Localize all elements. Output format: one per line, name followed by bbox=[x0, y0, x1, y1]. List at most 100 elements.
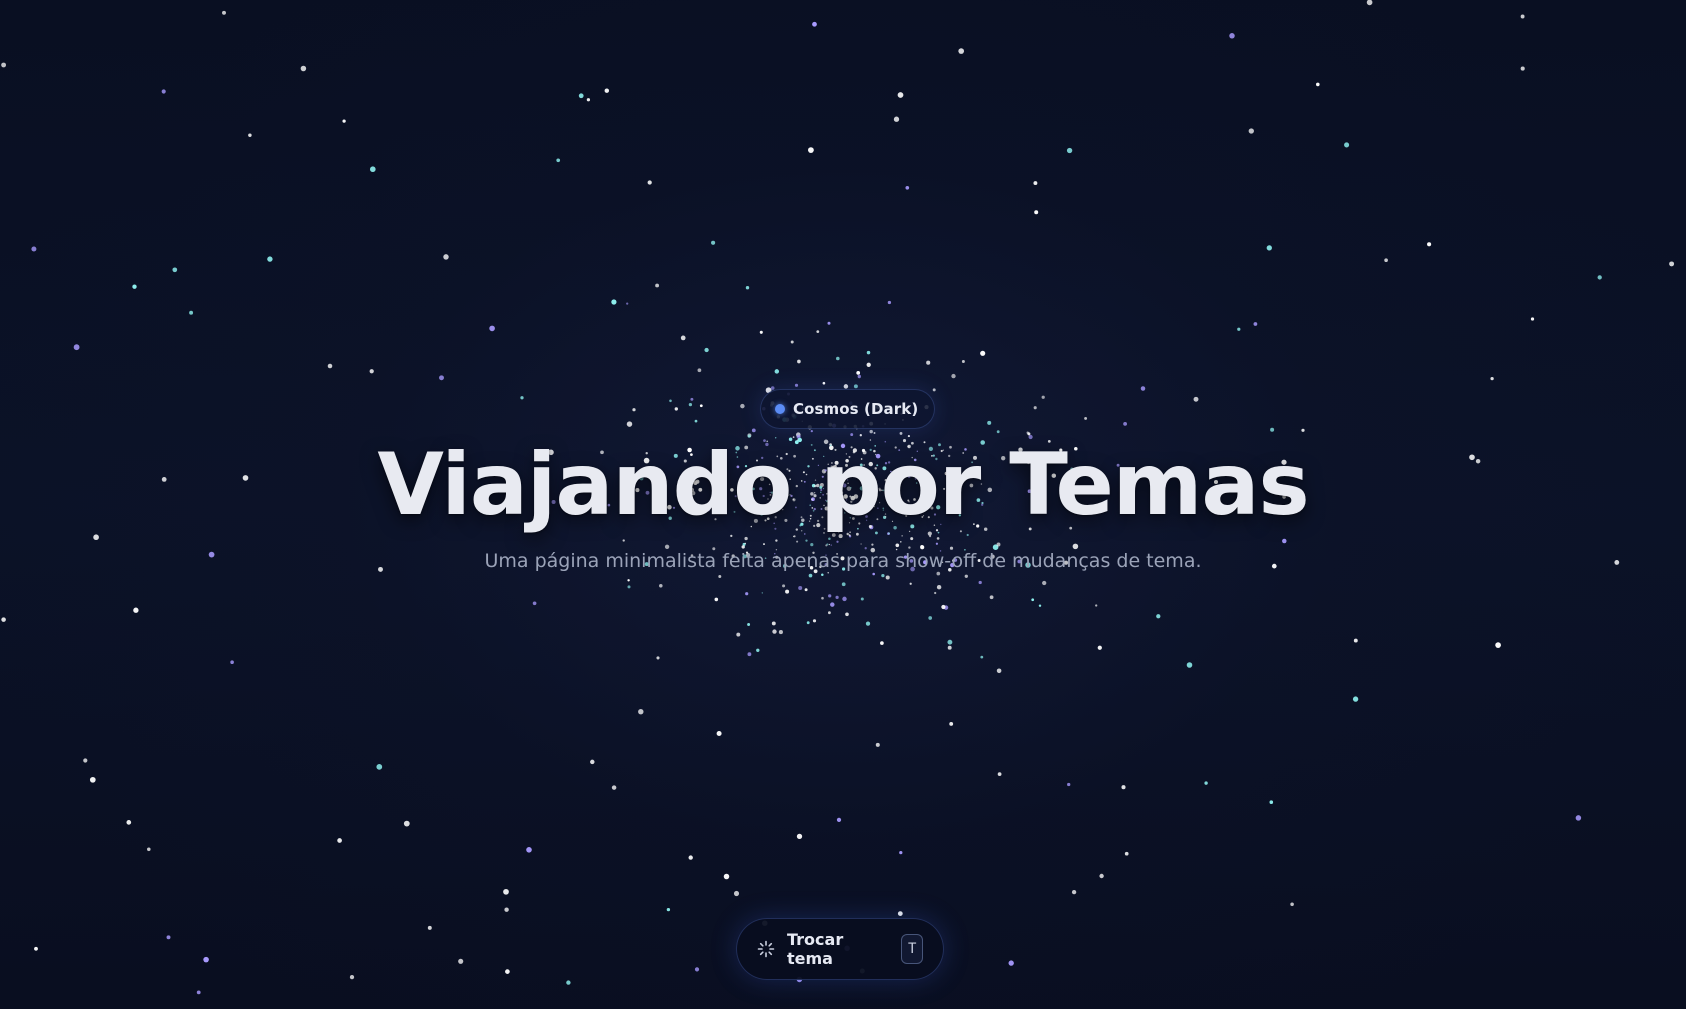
star bbox=[704, 347, 709, 353]
star bbox=[1495, 642, 1501, 648]
star bbox=[369, 166, 376, 173]
page-background: Cosmos (Dark) Viajando por Temas Uma pág… bbox=[0, 0, 1686, 1009]
star bbox=[1344, 142, 1350, 148]
star bbox=[327, 363, 333, 369]
star bbox=[489, 325, 495, 332]
star bbox=[816, 330, 820, 333]
star bbox=[853, 384, 858, 389]
star bbox=[1229, 33, 1235, 39]
star bbox=[805, 539, 808, 542]
star bbox=[369, 369, 374, 374]
star bbox=[1099, 873, 1104, 879]
star bbox=[680, 335, 686, 341]
star bbox=[172, 267, 178, 273]
star bbox=[951, 373, 956, 379]
star bbox=[778, 630, 783, 635]
star bbox=[978, 580, 982, 585]
star bbox=[590, 759, 595, 765]
star bbox=[711, 240, 716, 245]
star bbox=[759, 330, 763, 334]
star bbox=[342, 119, 346, 123]
star bbox=[196, 990, 201, 995]
star bbox=[763, 543, 765, 546]
star bbox=[996, 542, 1001, 547]
theme-badge-label: Cosmos (Dark) bbox=[793, 400, 919, 418]
star bbox=[980, 350, 986, 356]
star bbox=[611, 299, 617, 305]
star bbox=[934, 591, 937, 595]
star bbox=[827, 321, 831, 325]
star bbox=[895, 543, 900, 548]
star bbox=[627, 579, 630, 582]
star bbox=[83, 758, 88, 763]
star bbox=[1575, 815, 1582, 821]
star bbox=[505, 969, 510, 974]
star bbox=[714, 597, 719, 602]
star bbox=[860, 543, 862, 545]
star bbox=[771, 621, 776, 626]
star bbox=[909, 582, 912, 585]
toggle-theme-label: Trocar tema bbox=[787, 930, 844, 968]
star bbox=[836, 817, 842, 823]
star bbox=[1384, 258, 1388, 263]
star bbox=[1204, 781, 1208, 785]
star bbox=[926, 360, 931, 365]
star bbox=[222, 10, 226, 15]
star bbox=[843, 384, 849, 389]
star bbox=[697, 368, 702, 373]
star bbox=[964, 574, 968, 578]
star bbox=[578, 93, 584, 99]
star bbox=[835, 595, 839, 600]
star bbox=[133, 607, 139, 613]
star bbox=[376, 764, 383, 770]
star bbox=[830, 544, 833, 546]
star bbox=[756, 648, 760, 652]
star bbox=[1530, 317, 1535, 321]
star bbox=[790, 340, 794, 344]
star bbox=[1123, 421, 1128, 426]
star bbox=[897, 911, 903, 916]
star bbox=[1097, 645, 1102, 650]
star bbox=[887, 300, 892, 305]
star bbox=[860, 597, 864, 601]
star bbox=[1253, 322, 1258, 326]
star bbox=[808, 573, 813, 578]
star bbox=[203, 956, 209, 963]
star bbox=[996, 668, 1002, 674]
star bbox=[31, 246, 37, 252]
star bbox=[806, 621, 810, 625]
star bbox=[796, 540, 799, 543]
star bbox=[688, 855, 693, 860]
star bbox=[1, 62, 7, 68]
star bbox=[947, 639, 953, 645]
star bbox=[520, 396, 524, 400]
toggle-theme-button[interactable]: Trocar tema T bbox=[736, 918, 944, 980]
star bbox=[1366, 0, 1373, 6]
star bbox=[34, 946, 38, 951]
star bbox=[503, 888, 509, 895]
star bbox=[1008, 960, 1014, 966]
star bbox=[166, 935, 171, 940]
star bbox=[866, 362, 871, 367]
star bbox=[1067, 782, 1071, 787]
star bbox=[1597, 275, 1602, 280]
star bbox=[822, 381, 826, 385]
star bbox=[865, 621, 871, 626]
star bbox=[980, 655, 984, 659]
star bbox=[1490, 376, 1494, 381]
star bbox=[857, 374, 861, 379]
star bbox=[73, 344, 80, 351]
star bbox=[1427, 242, 1432, 247]
star bbox=[1269, 800, 1274, 804]
star bbox=[897, 92, 904, 98]
star bbox=[443, 254, 449, 260]
star bbox=[690, 397, 694, 401]
star bbox=[161, 89, 166, 94]
star bbox=[845, 612, 849, 617]
star bbox=[723, 873, 730, 880]
star bbox=[1038, 604, 1042, 607]
star bbox=[1034, 210, 1039, 215]
star bbox=[744, 542, 747, 545]
star bbox=[586, 98, 591, 102]
star bbox=[439, 375, 444, 381]
